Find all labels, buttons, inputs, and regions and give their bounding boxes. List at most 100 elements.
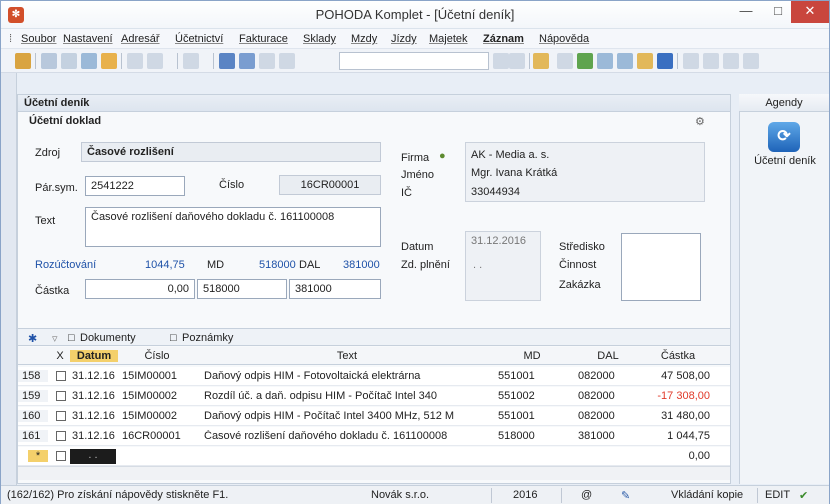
row-number: 159 [18,390,48,402]
tab-dokumenty[interactable]: Dokumenty [80,332,136,344]
new-record-row[interactable]: * . . 0,00 [18,447,730,466]
row-checkbox[interactable] [56,431,66,441]
toolbar-split-icon[interactable] [723,53,739,69]
toolbar-folder-icon[interactable] [533,53,549,69]
toolbar-paste-icon[interactable] [279,53,295,69]
stredisko-label: Středisko [559,241,605,253]
toolbar-new-icon[interactable] [127,53,143,69]
text-field[interactable]: Časové rozlišení daňového dokladu č. 161… [85,207,381,247]
cell-cislo: 15IM00002 [122,390,178,402]
menu-mzdy[interactable]: Mzdy [351,33,377,45]
toolbar-ean-icon[interactable] [657,53,673,69]
menu-nastaveni[interactable]: Nastavení [63,33,113,45]
maximize-button[interactable]: □ [761,1,795,23]
toolbar-back-icon[interactable] [183,53,199,69]
horizontal-scrollbar[interactable] [18,466,730,480]
status-separator [491,488,492,503]
row-checkbox[interactable] [56,371,66,381]
toolbar-search-icon[interactable] [41,53,57,69]
dal-value: 381000 [343,259,380,271]
toolbar-layout-icon[interactable] [703,53,719,69]
castka-md-field[interactable]: 518000 [197,279,287,299]
cell-text: Rozdíl úč. a daň. odpisu HIM - Počítač I… [204,390,437,402]
new-row-datum[interactable]: . . [70,449,116,464]
menu-adresar[interactable]: Adresář [121,33,160,45]
cell-md: 518000 [498,430,535,442]
close-button[interactable]: ✕ [791,1,829,23]
menu-sklady[interactable]: Sklady [303,33,336,45]
title-bar: ✻ POHODA Komplet - [Účetní deník] — □ ✕ [1,1,829,29]
toolbar-print-icon[interactable] [81,53,97,69]
toolbar-open-icon[interactable] [15,53,31,69]
col-header-castka[interactable]: Částka [648,350,708,362]
agenda-item-ucetni-denik[interactable]: Účetní deník [745,155,825,167]
cislo-label: Číslo [219,179,245,191]
cell-cislo: 15IM00001 [122,370,178,382]
stredisko-cinnost-zakazka-field[interactable] [621,233,701,301]
zdroj-field[interactable]: Časové rozlišení [81,142,381,162]
toolbar-copy-icon[interactable] [259,53,275,69]
menu-napoveda[interactable]: Nápověda [539,33,589,45]
cell-castka: 31 480,00 [661,410,710,422]
cell-datum: 31.12.16 [72,430,115,442]
table-row[interactable]: 158 31.12.16 15IM00001 Daňový odpis HIM … [18,367,730,386]
menu-soubor[interactable]: Soubor [21,33,56,45]
cell-md: 551001 [498,370,535,382]
castka-dal-field[interactable]: 381000 [289,279,381,299]
toolbar-tag-icon[interactable] [577,53,593,69]
status-separator [757,488,758,503]
toolbar-edit-icon[interactable] [147,53,163,69]
menu-jizdy[interactable]: Jízdy [391,33,417,45]
table-row[interactable]: 159 31.12.16 15IM00002 Rozdíl úč. a daň.… [18,387,730,406]
status-mode: Vkládání kopie [671,489,744,501]
castka-field[interactable]: 0,00 [85,279,195,299]
text-label: Text [35,215,56,227]
row-checkbox[interactable] [56,411,66,421]
ic-label: IČ [401,187,412,199]
toolbar-quick-search-input[interactable] [339,52,489,70]
col-header-text[interactable]: Text [202,350,492,362]
menu-ucetnictvi[interactable]: Účetnictví [175,33,223,45]
toolbar-save-copy-icon[interactable] [239,53,255,69]
filter-icon[interactable]: ▿ [52,332,58,345]
menu-zaznam[interactable]: Záznam [483,33,524,45]
menu-fakturace[interactable]: Fakturace [239,33,288,45]
table-row[interactable]: 160 31.12.16 15IM00002 Daňový odpis HIM … [18,407,730,426]
cell-datum: 31.12.16 [72,410,115,422]
toolbar-save-icon[interactable] [219,53,235,69]
toolbar-clear-filter-icon[interactable] [509,53,525,69]
toolbar-window-icon[interactable] [683,53,699,69]
row-checkbox[interactable] [56,391,66,401]
toolbar-calendar-icon[interactable] [617,53,633,69]
tab-poznamky[interactable]: Poznámky [182,332,233,344]
address-book-icon[interactable]: ● [439,150,446,162]
row-checkbox[interactable] [56,451,66,461]
settings-icon[interactable]: ⚙ [695,115,705,128]
minimize-button[interactable]: — [729,1,763,23]
table-row[interactable]: 161 31.12.16 16CR00001 Časové rozlišení … [18,427,730,446]
menu-majetek[interactable]: Majetek [429,33,468,45]
new-record-star-icon[interactable]: ✱ [28,332,37,345]
toolbar-filter-icon[interactable] [61,53,77,69]
cell-dal: 082000 [578,390,615,402]
rozuctovani-link[interactable]: Rozúčtování [35,259,96,271]
status-edit: EDIT [765,489,791,501]
toolbar-dropdown-icon[interactable] [493,53,509,69]
menu-bar: ⁞ Soubor Nastavení Adresář Účetnictví Fa… [1,29,829,49]
col-header-cislo[interactable]: Číslo [122,350,192,362]
col-header-x[interactable]: X [54,350,66,362]
status-year: 2016 [513,489,538,501]
col-header-datum[interactable]: Datum [70,350,118,362]
ucetni-denik-icon[interactable]: ⟳ [768,122,800,152]
status-company: Novák s.r.o. [371,489,430,501]
ic-value: 33044934 [471,186,520,198]
toolbar-contacts-icon[interactable] [637,53,653,69]
toolbar-calc-icon[interactable] [597,53,613,69]
col-header-dal[interactable]: DAL [568,350,648,362]
parsym-field[interactable]: 2541222 [85,176,185,196]
toolbar-help-icon[interactable] [743,53,759,69]
toolbar-report-icon[interactable] [101,53,117,69]
toolbar-doc-icon[interactable] [557,53,573,69]
cislo-field[interactable]: 16CR00001 [279,175,381,195]
col-header-md[interactable]: MD [496,350,568,362]
